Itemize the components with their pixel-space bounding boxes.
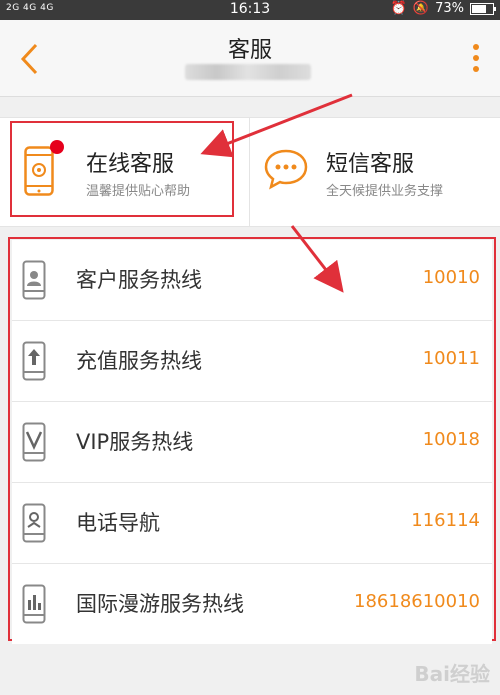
- mute-icon: 🔕: [412, 1, 430, 16]
- hotline-row-roaming[interactable]: 国际漫游服务热线 18618610010: [12, 564, 492, 644]
- blurred-account-info: [185, 64, 311, 80]
- status-icons: ⏰ 🔕 73%: [390, 1, 496, 16]
- hotline-number[interactable]: 10011: [423, 348, 480, 369]
- hotline-number[interactable]: 116114: [411, 510, 480, 531]
- more-dot-icon: [473, 55, 479, 61]
- hotline-row-customer[interactable]: 客户服务热线 10010: [12, 240, 492, 321]
- online-service-desc: 温馨提供贴心帮助: [86, 184, 191, 199]
- roaming-phone-icon: [22, 584, 46, 624]
- hotline-number[interactable]: 10010: [423, 267, 480, 288]
- sms-service-card[interactable]: 短信客服 全天候提供业务支撑: [251, 118, 500, 226]
- card-divider: [249, 118, 250, 226]
- vip-phone-icon: [22, 422, 46, 462]
- navigation-phone-icon: [22, 503, 46, 543]
- phone-icon: [24, 146, 54, 196]
- more-dot-icon: [473, 66, 479, 72]
- hotline-list: 客户服务热线 10010 充值服务热线 10011 VIP服务热线 10018 …: [12, 240, 492, 644]
- hotline-label: 电话导航: [76, 511, 160, 535]
- battery-icon: [470, 2, 496, 15]
- hotline-row-recharge[interactable]: 充值服务热线 10011: [12, 321, 492, 402]
- online-service-title: 在线客服: [86, 152, 175, 177]
- person-phone-icon: [22, 260, 46, 300]
- chat-icon: [264, 149, 308, 190]
- nav-bar: 客服: [0, 20, 500, 97]
- hotline-label: 充值服务热线: [76, 349, 202, 373]
- hotline-label: 客户服务热线: [76, 268, 202, 292]
- page-title: 客服: [227, 38, 272, 63]
- hotline-row-navigation[interactable]: 电话导航 116114: [12, 483, 492, 564]
- hotline-label: VIP服务热线: [76, 430, 194, 454]
- more-dot-icon: [473, 44, 479, 50]
- status-bar: 2G 4G 4G 16:13 ⏰ 🔕 73%: [0, 0, 500, 20]
- more-menu-button[interactable]: [472, 44, 480, 78]
- alarm-icon: ⏰: [390, 1, 407, 16]
- sms-service-title: 短信客服: [326, 152, 415, 177]
- hotline-number[interactable]: 10018: [423, 429, 480, 450]
- battery-level: 73%: [435, 1, 464, 16]
- online-service-card[interactable]: 在线客服 温馨提供贴心帮助: [0, 118, 249, 226]
- watermark-logo: Bai经验: [414, 662, 490, 686]
- upload-phone-icon: [22, 341, 46, 381]
- sms-service-desc: 全天候提供业务支撑: [326, 184, 444, 199]
- notification-badge: [50, 140, 64, 154]
- hotline-label: 国际漫游服务热线: [76, 592, 244, 616]
- service-cards: 在线客服 温馨提供贴心帮助 短信客服 全天候提供业务支撑: [0, 117, 500, 227]
- hotline-row-vip[interactable]: VIP服务热线 10018: [12, 402, 492, 483]
- hotline-number[interactable]: 18618610010: [354, 591, 480, 612]
